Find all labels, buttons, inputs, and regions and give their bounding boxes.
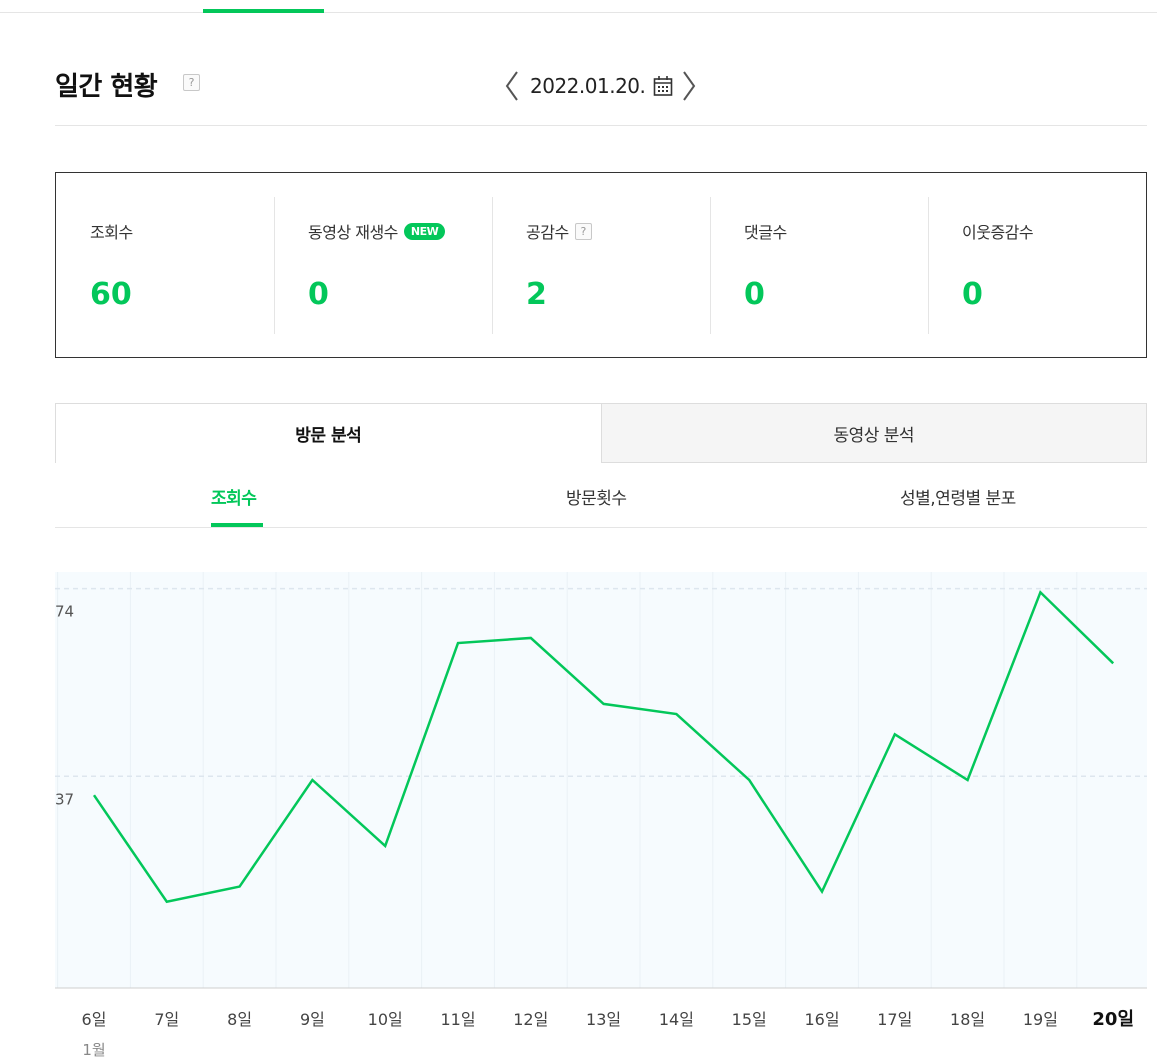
x-tick-label: 7일 xyxy=(154,1010,179,1029)
stat-value: 0 xyxy=(962,277,983,312)
x-tick-label: 13일 xyxy=(586,1010,621,1029)
stat-value: 60 xyxy=(90,277,132,312)
stat-views: 조회수 60 xyxy=(56,173,274,357)
month-label: 1월 xyxy=(82,1041,105,1059)
x-tick-label: 9일 xyxy=(300,1010,325,1029)
stat-label: 공감수 xyxy=(526,223,569,242)
stat-value: 2 xyxy=(526,277,547,312)
subtab-gender-age[interactable]: 성별,연령별 분포 xyxy=(900,464,1016,528)
subtab-views[interactable]: 조회수 xyxy=(211,464,257,528)
x-tick-label: 12일 xyxy=(513,1010,548,1029)
x-tick-label: 14일 xyxy=(659,1010,694,1029)
top-nav-divider xyxy=(0,12,1157,13)
stat-value: 0 xyxy=(308,277,329,312)
y-tick-label: 37 xyxy=(55,790,74,808)
stat-video-plays: 동영상 재생수 NEW 0 xyxy=(274,173,492,357)
subtab-visit-count[interactable]: 방문횟수 xyxy=(566,464,627,528)
stat-value: 0 xyxy=(744,277,765,312)
help-icon[interactable]: ? xyxy=(183,74,200,91)
stat-label: 댓글수 xyxy=(744,223,787,242)
x-tick-label: 20일 xyxy=(1092,1009,1134,1030)
views-line-chart: 74 37 6일 7일 8일 9일 10일 11일 12일 13일 14일 15일 16일 17일 18일 1… xyxy=(0,528,1157,1061)
prev-date-button[interactable] xyxy=(502,68,522,104)
calendar-icon[interactable] xyxy=(653,75,673,97)
stat-label: 조회수 xyxy=(90,223,133,242)
help-icon[interactable]: ? xyxy=(574,222,592,240)
x-tick-label: 16일 xyxy=(804,1010,839,1029)
top-nav-active-indicator xyxy=(203,9,324,13)
x-tick-label: 19일 xyxy=(1023,1010,1058,1029)
tab-visit-analysis[interactable]: 방문 분석 xyxy=(55,403,601,463)
stat-comments: 댓글수 0 xyxy=(710,173,928,357)
stat-neighbors: 이웃증감수 0 xyxy=(928,173,1146,357)
chevron-right-icon xyxy=(683,71,696,101)
chart-plot-area xyxy=(55,572,1147,988)
x-tick-label: 17일 xyxy=(877,1010,912,1029)
x-tick-label: 11일 xyxy=(440,1010,475,1029)
tab-video-analysis[interactable]: 동영상 분석 xyxy=(600,403,1147,463)
stat-label: 이웃증감수 xyxy=(962,223,1034,242)
date-navigator: 2022.01.20. xyxy=(502,68,699,104)
page-title: 일간 현황 xyxy=(55,72,158,102)
x-tick-label: 6일 xyxy=(82,1010,107,1029)
stats-summary-box: 조회수 60 동영상 재생수 NEW 0 공감수? 2 댓글수 0 이웃증감수 0 xyxy=(55,172,1147,358)
current-date: 2022.01.20. xyxy=(530,74,646,98)
x-tick-label: 10일 xyxy=(368,1010,403,1029)
daily-status-header: 일간 현황 ? 2022.01.20. xyxy=(55,60,1147,126)
main-tabs: 방문 분석 동영상 분석 xyxy=(55,403,1147,463)
chevron-left-icon xyxy=(505,71,518,101)
x-tick-label: 8일 xyxy=(227,1010,252,1029)
chart-canvas: 74 37 6일 7일 8일 9일 10일 11일 12일 13일 14일 15일 16일 17일 18일 1… xyxy=(55,572,1147,1059)
new-badge: NEW xyxy=(403,222,446,240)
subtab-active-indicator xyxy=(211,523,263,527)
x-tick-label: 15일 xyxy=(732,1010,767,1029)
stat-label: 동영상 재생수 xyxy=(308,223,398,242)
next-date-button[interactable] xyxy=(679,68,699,104)
y-tick-label: 74 xyxy=(55,603,74,621)
sub-tabs: 조회수 방문횟수 성별,연령별 분포 xyxy=(55,464,1147,528)
x-tick-label: 18일 xyxy=(950,1010,985,1029)
stat-likes: 공감수? 2 xyxy=(492,173,710,357)
